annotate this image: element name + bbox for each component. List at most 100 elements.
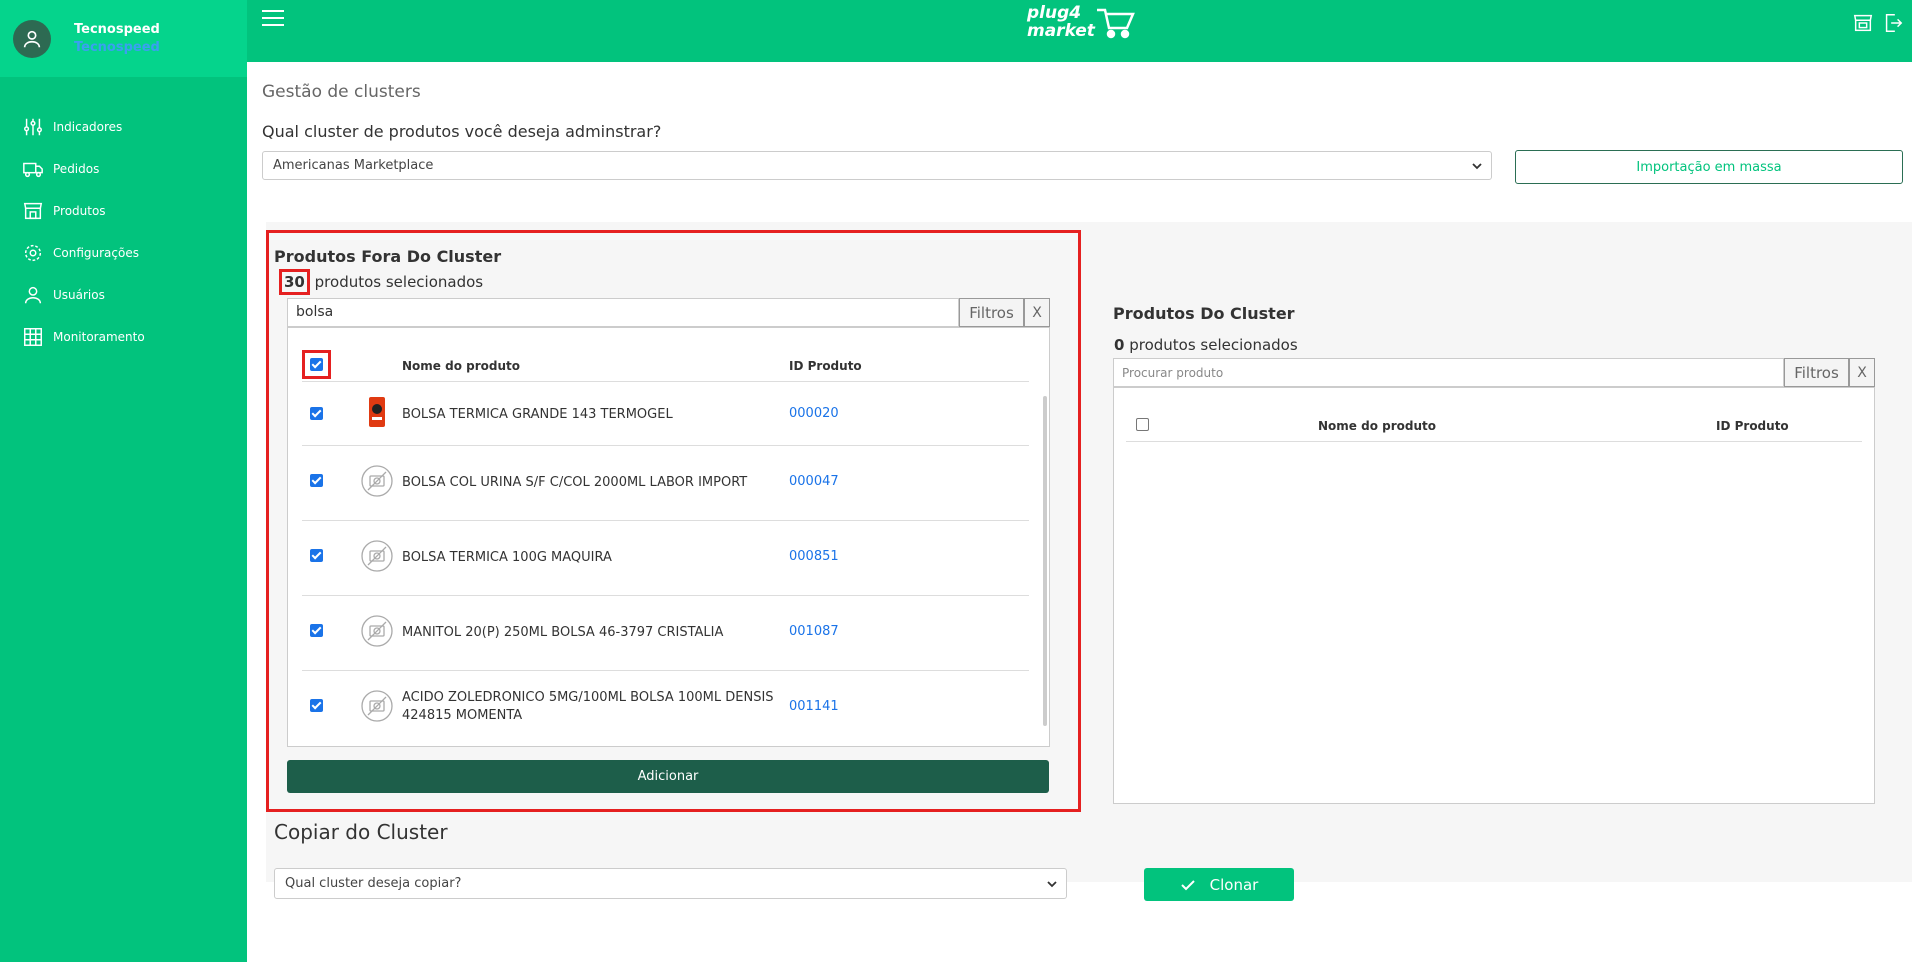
top-bar: plug4 market: [247, 0, 1912, 62]
products-outside-panel: Produtos Fora Do Cluster 30 produtos sel…: [266, 230, 1081, 812]
table-row[interactable]: BOLSA TERMICA GRANDE 143 TERMOGEL 000020: [302, 382, 1029, 446]
sidebar-item-label: Usuários: [53, 288, 105, 302]
table-row[interactable]: BOLSA TERMICA 100G MAQUIRA 000851: [302, 521, 1029, 596]
sidebar-item-indicadores[interactable]: Indicadores: [0, 106, 247, 148]
product-photo: [369, 397, 385, 427]
user-company: Tecnospeed: [74, 39, 160, 55]
store-icon[interactable]: [1852, 12, 1874, 34]
menu-icon[interactable]: [262, 10, 284, 28]
search-input[interactable]: bolsa: [287, 298, 959, 327]
copy-cluster-title: Copiar do Cluster: [274, 820, 448, 844]
row-checkbox[interactable]: [310, 474, 323, 487]
cart-icon: [1096, 8, 1135, 39]
chevron-down-icon: [1047, 881, 1057, 888]
table-header: Nome do produto ID Produto: [302, 346, 1029, 382]
filters-button[interactable]: Filtros: [959, 298, 1024, 327]
user-header: Tecnospeed Tecnospeed: [0, 0, 247, 77]
cluster-select[interactable]: Americanas Marketplace: [262, 151, 1492, 180]
page-title: Gestão de clusters: [262, 82, 421, 102]
sidebar-item-usuarios[interactable]: Usuários: [0, 274, 247, 316]
clone-label: Clonar: [1209, 875, 1259, 894]
product-id-link[interactable]: 000020: [789, 406, 839, 421]
product-name: BOLSA TERMICA 100G MAQUIRA: [402, 550, 612, 565]
table-row[interactable]: BOLSA COL URINA S/F C/COL 2000ML LABOR I…: [302, 446, 1029, 521]
column-header-name: Nome do produto: [402, 359, 520, 373]
row-checkbox[interactable]: [310, 699, 323, 712]
table-row[interactable]: MANITOL 20(P) 250ML BOLSA 46-3797 CRISTA…: [302, 596, 1029, 671]
product-name: MANITOL 20(P) 250ML BOLSA 46-3797 CRISTA…: [402, 625, 724, 640]
product-name: ACIDO ZOLEDRONICO 5MG/100ML BOLSA 100ML …: [402, 690, 774, 723]
panels-area: Produtos Fora Do Cluster 30 produtos sel…: [266, 222, 1912, 882]
grid-icon: [24, 328, 42, 346]
product-id-link[interactable]: 001087: [789, 624, 839, 639]
selected-count-number: 30: [279, 269, 310, 295]
cluster-select-value: Americanas Marketplace: [273, 158, 434, 173]
sidebar-item-label: Monitoramento: [53, 330, 145, 344]
sidebar-item-label: Configurações: [53, 246, 139, 260]
selected-count-suffix: produtos selecionados: [1129, 336, 1298, 354]
panel-title: Produtos Do Cluster: [1113, 304, 1295, 323]
logo-line2: market: [1027, 21, 1095, 41]
clear-button[interactable]: X: [1024, 298, 1050, 327]
column-header-id: ID Produto: [1716, 419, 1789, 433]
selected-count: 0 produtos selecionados: [1114, 336, 1298, 354]
row-checkbox[interactable]: [310, 407, 323, 420]
user-icon: [24, 286, 42, 304]
main-content: Gestão de clusters Qual cluster de produ…: [247, 62, 1912, 962]
table-header: Nome do produto ID Produto: [1126, 406, 1862, 442]
sidebar-item-label: Indicadores: [53, 120, 123, 134]
copy-cluster-select[interactable]: Qual cluster deseja copiar?: [274, 868, 1067, 899]
sidebar-item-label: Pedidos: [53, 162, 100, 176]
no-image-icon: [361, 615, 393, 647]
sidebar-item-configuracoes[interactable]: Configurações: [0, 232, 247, 274]
sidebar-item-pedidos[interactable]: Pedidos: [0, 148, 247, 190]
truck-icon: [23, 162, 43, 178]
product-id-link[interactable]: 001141: [789, 699, 839, 714]
column-header-id: ID Produto: [789, 359, 862, 373]
search-row: Procurar produto Filtros X: [1113, 358, 1875, 387]
logo-text: plug4 market: [1027, 4, 1095, 40]
selected-count-suffix: produtos selecionados: [314, 273, 484, 291]
sidebar-item-monitoramento[interactable]: Monitoramento: [0, 316, 247, 358]
selected-count: 30 produtos selecionados: [279, 269, 483, 295]
product-id-link[interactable]: 000047: [789, 474, 839, 489]
logo-line1: plug4: [1027, 3, 1082, 23]
product-name: BOLSA TERMICA GRANDE 143 TERMOGEL: [402, 407, 673, 422]
sidebar-item-label: Produtos: [53, 204, 106, 218]
product-id-link[interactable]: 000851: [789, 549, 839, 564]
search-input[interactable]: Procurar produto: [1113, 358, 1784, 387]
cluster-question: Qual cluster de produtos você deseja adm…: [262, 122, 662, 141]
no-image-icon: [361, 465, 393, 497]
sidebar: Tecnospeed Tecnospeed Indicadores Pedido…: [0, 0, 247, 962]
mass-import-button[interactable]: Importação em massa: [1515, 150, 1903, 184]
logout-icon[interactable]: [1882, 12, 1904, 34]
table-row[interactable]: ACIDO ZOLEDRONICO 5MG/100ML BOLSA 100ML …: [302, 671, 1029, 746]
row-checkbox[interactable]: [310, 624, 323, 637]
cluster-products-table: Nome do produto ID Produto: [1113, 387, 1875, 804]
sliders-icon: [24, 118, 42, 136]
clone-button[interactable]: Clonar: [1144, 868, 1294, 901]
select-all-checkbox[interactable]: [1136, 418, 1149, 431]
top-icons: [1852, 12, 1904, 34]
product-name: BOLSA COL URINA S/F C/COL 2000ML LABOR I…: [402, 475, 748, 490]
filters-button[interactable]: Filtros: [1784, 358, 1849, 387]
sidebar-nav: Indicadores Pedidos Produtos Configuraçõ…: [0, 106, 247, 358]
table-scrollbar[interactable]: [1043, 396, 1047, 726]
store-icon: [23, 202, 43, 220]
row-checkbox[interactable]: [310, 549, 323, 562]
check-icon: [1180, 879, 1195, 890]
select-all-checkbox[interactable]: [310, 358, 323, 371]
products-table: Nome do produto ID Produto BOLSA TERMICA…: [287, 327, 1050, 747]
sidebar-item-produtos[interactable]: Produtos: [0, 190, 247, 232]
no-image-icon: [361, 540, 393, 572]
clear-button[interactable]: X: [1849, 358, 1875, 387]
avatar[interactable]: [13, 19, 51, 58]
no-image-icon: [361, 690, 393, 722]
panel-title: Produtos Fora Do Cluster: [274, 247, 502, 266]
user-name: Tecnospeed: [74, 21, 160, 37]
add-button[interactable]: Adicionar: [287, 760, 1049, 793]
gear-icon: [24, 244, 42, 262]
logo: plug4 market: [1027, 4, 1135, 40]
chevron-down-icon: [1472, 163, 1482, 170]
column-header-name: Nome do produto: [1318, 419, 1436, 433]
